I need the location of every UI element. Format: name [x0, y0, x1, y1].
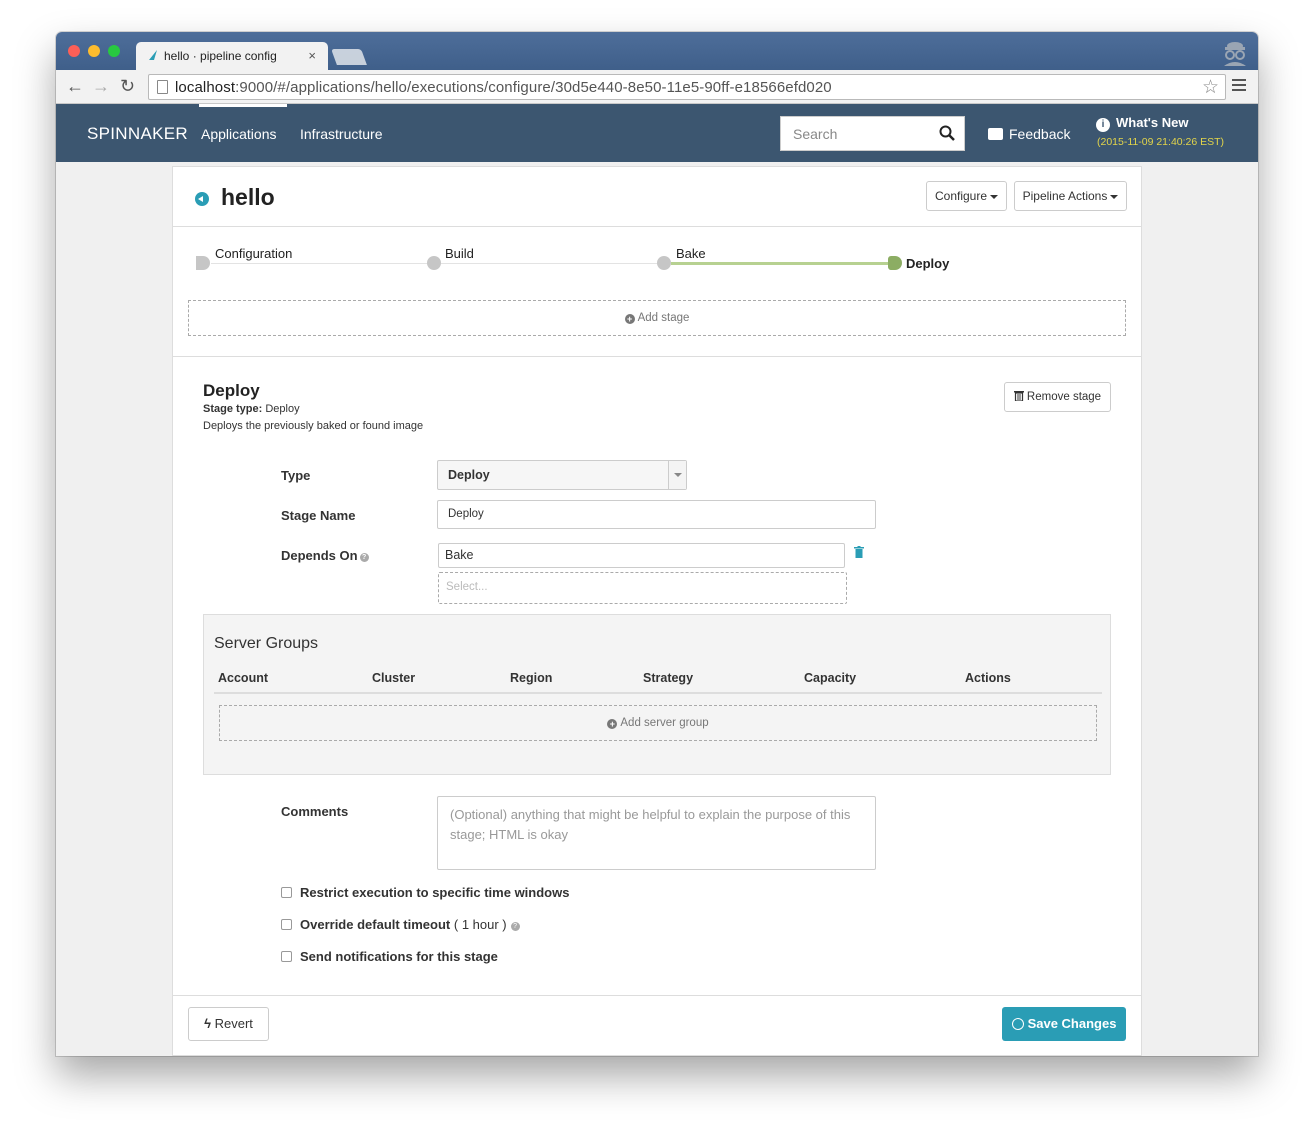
whats-new-date: (2015-11-09 21:40:26 EST): [1097, 136, 1225, 148]
type-select[interactable]: Deploy: [437, 460, 687, 490]
footer-divider: [173, 995, 1141, 996]
browser-menu-icon[interactable]: [1232, 79, 1246, 93]
search-placeholder: Search: [793, 126, 838, 142]
depends-on-select[interactable]: Select...: [438, 572, 847, 604]
check-circle-icon: [1011, 1018, 1024, 1030]
type-label: Type: [281, 468, 311, 483]
server-groups-title: Server Groups: [214, 635, 319, 652]
help-icon[interactable]: ?: [510, 922, 520, 931]
app-header: SPINNAKER Applications Infrastructure Se…: [56, 104, 1258, 162]
help-icon[interactable]: ?: [359, 553, 369, 562]
info-icon: i: [1096, 118, 1110, 132]
column-actions: Actions: [965, 671, 1011, 685]
close-window-button[interactable]: [68, 45, 80, 57]
stage-node-bake[interactable]: [657, 256, 671, 270]
stage-name-input[interactable]: Deploy: [437, 500, 876, 529]
column-cluster: Cluster: [372, 671, 416, 685]
search-input[interactable]: Search: [780, 116, 965, 151]
whats-new-link[interactable]: i What's New: [1096, 115, 1188, 132]
comments-label: Comments: [281, 804, 349, 819]
minimize-window-button[interactable]: [88, 45, 100, 57]
reload-icon[interactable]: ↻: [120, 76, 135, 97]
pipeline-actions-dropdown[interactable]: Pipeline Actions: [1014, 181, 1127, 211]
nav-infrastructure[interactable]: Infrastructure: [300, 126, 382, 142]
send-notifications-checkbox[interactable]: Send notifications for this stage: [281, 949, 498, 964]
server-groups-section: Server Groups Account Cluster Region Str…: [203, 614, 1111, 775]
browser-tab[interactable]: hello · pipeline config ×: [136, 42, 328, 70]
configure-dropdown[interactable]: Configure: [926, 181, 1007, 211]
remove-stage-button[interactable]: Remove stage: [1004, 382, 1111, 412]
browser-window: hello · pipeline config × ← → ↻ localhos…: [56, 32, 1258, 1056]
address-bar[interactable]: localhost:9000/#/applications/hello/exec…: [148, 74, 1226, 100]
caret-down-icon: [990, 194, 999, 199]
revert-button[interactable]: ϟ Revert: [188, 1007, 269, 1041]
stage-description: Deploys the previously baked or found im…: [203, 420, 424, 432]
comments-textarea[interactable]: (Optional) anything that might be helpfu…: [437, 796, 876, 870]
stage-label-deploy[interactable]: Deploy: [906, 256, 949, 271]
back-icon[interactable]: ←: [66, 76, 84, 97]
stage-node-deploy[interactable]: [888, 256, 902, 270]
save-changes-button[interactable]: Save Changes: [1002, 1007, 1126, 1041]
stage-heading: Deploy: [203, 381, 260, 400]
column-strategy: Strategy: [643, 671, 694, 685]
graph-edge: [441, 263, 663, 264]
checkbox[interactable]: [281, 919, 292, 930]
feedback-link[interactable]: Feedback: [988, 126, 1070, 142]
incognito-icon: [1224, 42, 1246, 66]
column-account: Account: [218, 671, 268, 685]
chevron-down-icon: [668, 461, 686, 489]
checkbox[interactable]: [281, 887, 292, 898]
tab-title: hello · pipeline config: [164, 49, 277, 63]
application-title: hello: [221, 184, 275, 210]
override-timeout-checkbox[interactable]: Override default timeout ( 1 hour )?: [281, 917, 520, 932]
graph-edge: [211, 263, 433, 264]
caret-down-icon: [1110, 194, 1119, 199]
url-text: localhost:9000/#/applications/hello/exec…: [175, 79, 832, 96]
column-capacity: Capacity: [804, 671, 857, 685]
title-bar: hello · pipeline config ×: [56, 32, 1258, 70]
nav-applications[interactable]: Applications: [199, 104, 287, 142]
depends-on-label: Depends On?: [281, 548, 369, 563]
page-icon: [157, 80, 168, 94]
stage-node-build[interactable]: [427, 256, 441, 270]
comment-icon: [988, 128, 1003, 140]
browser-toolbar: ← → ↻ localhost:9000/#/applications/hell…: [56, 70, 1258, 104]
search-icon: [939, 125, 955, 141]
divider: [173, 356, 1141, 357]
pipeline-config-panel: hello Configure Pipeline Actions Configu…: [172, 166, 1142, 1056]
divider: [173, 226, 1141, 227]
graph-edge-active: [671, 262, 893, 265]
restrict-execution-checkbox[interactable]: Restrict execution to specific time wind…: [281, 885, 569, 900]
bolt-icon: ϟ: [204, 1016, 211, 1031]
stage-label-configuration[interactable]: Configuration: [215, 246, 292, 261]
forward-icon[interactable]: →: [92, 76, 110, 97]
add-server-group-button[interactable]: + Add server group: [219, 705, 1097, 741]
stage-label-build[interactable]: Build: [445, 246, 474, 261]
back-arrow-icon[interactable]: [195, 192, 209, 206]
checkbox[interactable]: [281, 951, 292, 962]
remove-dependency-trash-icon[interactable]: [854, 546, 864, 558]
bookmark-star-icon[interactable]: ☆: [1202, 76, 1219, 99]
stage-name-label: Stage Name: [281, 508, 356, 523]
column-region: Region: [510, 671, 553, 685]
table-header-divider: [214, 692, 1102, 694]
add-stage-button[interactable]: + Add stage: [188, 300, 1126, 336]
spinnaker-favicon-icon: [149, 50, 157, 60]
trash-icon: [1013, 391, 1024, 402]
zoom-window-button[interactable]: [108, 45, 120, 57]
stage-label-bake[interactable]: Bake: [676, 246, 706, 261]
new-tab-button[interactable]: [331, 49, 367, 65]
plus-circle-icon: +: [607, 719, 618, 729]
tab-close-icon[interactable]: ×: [308, 48, 316, 63]
brand-logo[interactable]: SPINNAKER: [87, 124, 188, 144]
depends-on-tag[interactable]: Bake: [438, 543, 845, 568]
stage-node-configuration[interactable]: [196, 256, 210, 270]
stage-type: Stage type: Deploy: [203, 403, 300, 415]
plus-circle-icon: +: [624, 314, 635, 324]
